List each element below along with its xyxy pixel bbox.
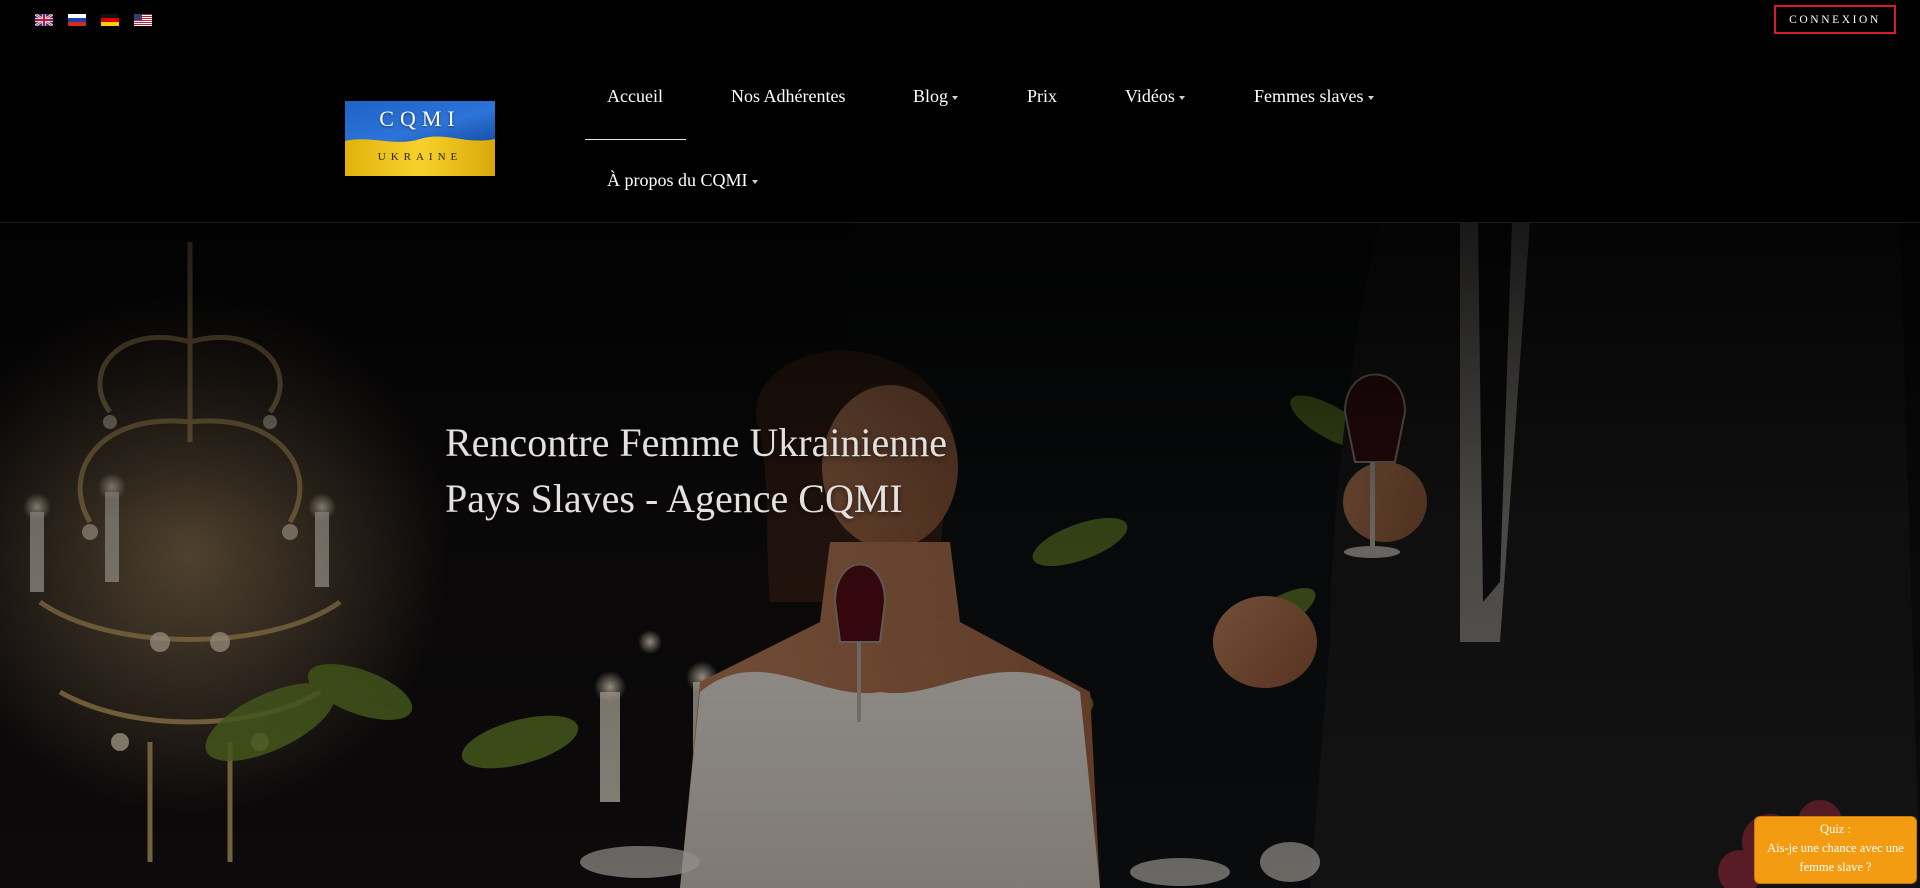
quiz-question-line-1: Ais-je une chance avec une [1767,841,1904,855]
nav-item-videos[interactable]: Vidéos [1125,85,1185,107]
hero-title-line-2: Pays Slaves - Agence CQMI [445,476,903,521]
language-switcher [35,14,152,26]
nav-label: Blog [913,86,949,106]
quiz-question-line-2: femme slave ? [1799,860,1872,874]
uk-flag-icon[interactable] [35,14,53,26]
caret-down-icon [1178,95,1185,100]
russia-flag-icon[interactable] [68,14,86,26]
quiz-button[interactable]: Quiz : Ais-je une chance avec une femme … [1754,816,1917,884]
caret-down-icon [1367,95,1374,100]
logo-subtitle: UKRAINE [377,151,463,163]
hero-background-image [0,222,1920,888]
nav-label: Nos Adhérentes [731,86,846,106]
hero-title-line-1: Rencontre Femme Ukrainienne [445,420,948,465]
caret-down-icon [952,95,959,100]
logo-title: CQMI [379,106,461,131]
nav-label: À propos du CQMI [607,170,748,190]
site-logo[interactable]: CQMI UKRAINE [345,101,495,176]
nav-item-blog[interactable]: Blog [913,85,959,107]
caret-down-icon [751,179,758,184]
nav-item-accueil[interactable]: Accueil [607,85,663,107]
nav-label: Femmes slaves [1254,86,1364,106]
nav-item-nos-adherentes[interactable]: Nos Adhérentes [731,85,845,107]
germany-flag-icon[interactable] [101,14,119,26]
nav-item-prix[interactable]: Prix [1027,85,1057,107]
nav-label: Prix [1027,86,1058,106]
hero-banner: Rencontre Femme Ukrainienne Pays Slaves … [0,222,1920,888]
quiz-label: Quiz : [1820,822,1851,836]
hero-title: Rencontre Femme Ukrainienne Pays Slaves … [445,415,947,527]
active-nav-indicator [585,139,686,140]
nav-item-a-propos[interactable]: À propos du CQMI [607,169,758,191]
nav-item-femmes-slaves[interactable]: Femmes slaves [1254,85,1374,107]
usa-flag-icon[interactable] [134,14,152,26]
site-header: CONNEXION CQMI UKRAINE Accueil Nos Adhér… [0,0,1920,223]
nav-label: Vidéos [1125,86,1175,106]
login-button[interactable]: CONNEXION [1774,5,1896,34]
nav-label: Accueil [607,86,663,106]
